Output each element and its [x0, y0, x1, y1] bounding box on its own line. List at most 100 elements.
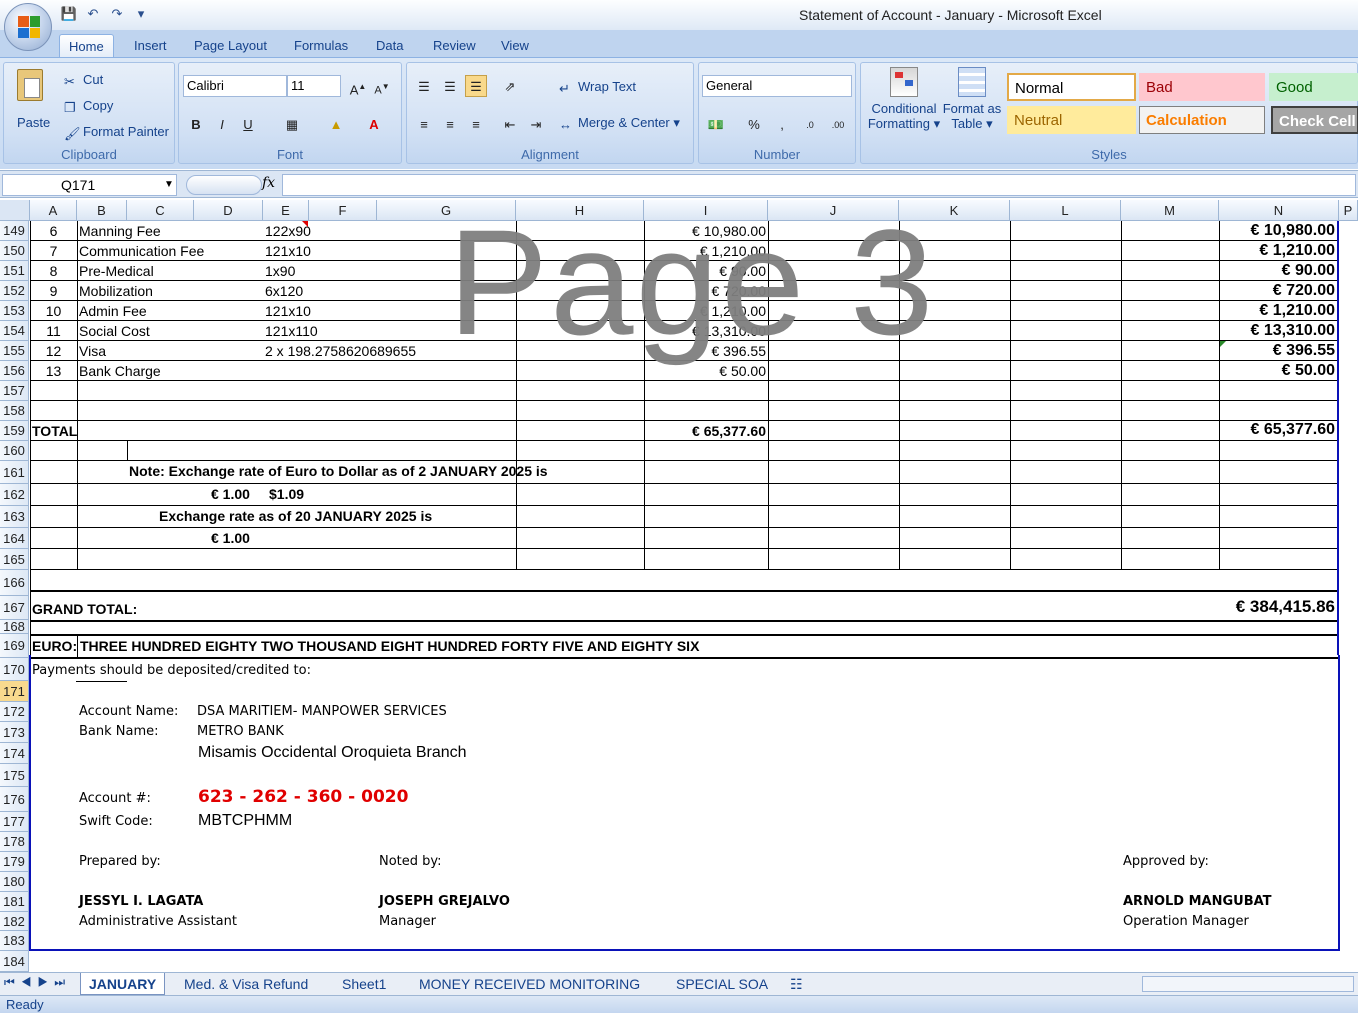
align-center-icon[interactable]: ≡: [439, 113, 461, 135]
italic-icon[interactable]: I: [211, 113, 233, 135]
font-size-dropdown[interactable]: 11: [287, 75, 341, 97]
font-name-dropdown[interactable]: Calibri: [183, 75, 287, 97]
col-header-a[interactable]: A: [30, 200, 77, 221]
error-indicator-icon[interactable]: [1220, 341, 1226, 347]
shrink-font-icon[interactable]: A▼: [371, 75, 393, 97]
style-neutral[interactable]: Neutral: [1007, 106, 1136, 134]
sheet-tab-money-received[interactable]: MONEY RECEIVED MONITORING: [411, 973, 648, 995]
col-header-b[interactable]: B: [77, 200, 127, 221]
col-header-h[interactable]: H: [516, 200, 644, 221]
row-header[interactable]: 171: [0, 681, 29, 702]
row-header[interactable]: 164: [0, 528, 29, 549]
col-header-l[interactable]: L: [1010, 200, 1121, 221]
number-format-dropdown[interactable]: General: [702, 75, 852, 97]
sheet-tab-sheet1[interactable]: Sheet1: [334, 973, 394, 995]
row-header[interactable]: 178: [0, 832, 29, 852]
row-header[interactable]: 150: [0, 241, 29, 261]
row-header[interactable]: 155: [0, 341, 29, 361]
formula-bar-resize-handle[interactable]: [186, 175, 262, 195]
conditional-formatting-button[interactable]: Conditional Formatting ▾: [867, 67, 941, 132]
sheet-tab-january[interactable]: JANUARY: [80, 973, 166, 995]
style-bad[interactable]: Bad: [1139, 73, 1265, 101]
col-header-e[interactable]: E: [263, 200, 309, 221]
row-header[interactable]: 183: [0, 931, 29, 951]
bold-icon[interactable]: B: [185, 113, 207, 135]
row-header[interactable]: 181: [0, 892, 29, 912]
tab-data[interactable]: Data: [367, 34, 412, 58]
save-icon[interactable]: 💾: [60, 5, 78, 23]
col-header-m[interactable]: M: [1121, 200, 1219, 221]
row-header[interactable]: 163: [0, 506, 29, 528]
redo-icon[interactable]: ↷: [108, 5, 126, 23]
paste-button[interactable]: [12, 69, 48, 117]
orientation-icon[interactable]: ⇗: [499, 75, 521, 97]
row-header[interactable]: 151: [0, 261, 29, 281]
col-header-p[interactable]: P: [1339, 200, 1358, 221]
merge-center-button[interactable]: ↔ Merge & Center ▾: [559, 115, 680, 132]
row-header[interactable]: 182: [0, 912, 29, 931]
decrease-decimal-icon[interactable]: .00: [827, 113, 849, 135]
row-header[interactable]: 162: [0, 484, 29, 506]
row-header[interactable]: 169: [0, 634, 29, 658]
col-header-g[interactable]: G: [377, 200, 516, 221]
borders-icon[interactable]: ▦: [281, 113, 303, 135]
style-check-cell[interactable]: Check Cell: [1271, 106, 1358, 134]
increase-indent-icon[interactable]: ⇥: [525, 113, 547, 135]
sheet-tab-med-visa-refund[interactable]: Med. & Visa Refund: [176, 973, 316, 995]
fill-color-icon[interactable]: ▲: [325, 113, 347, 135]
currency-icon[interactable]: 💵: [705, 113, 727, 135]
align-top-icon[interactable]: ☰: [413, 75, 435, 97]
row-header[interactable]: 167: [0, 596, 29, 620]
row-header[interactable]: 159: [0, 421, 29, 441]
paste-label[interactable]: Paste: [17, 115, 50, 130]
wrap-text-button[interactable]: ↵ Wrap Text: [559, 79, 636, 96]
row-header[interactable]: 166: [0, 570, 29, 596]
percent-icon[interactable]: %: [743, 113, 765, 135]
align-middle-icon[interactable]: ☰: [439, 75, 461, 97]
decrease-indent-icon[interactable]: ⇤: [499, 113, 521, 135]
row-header[interactable]: 154: [0, 321, 29, 341]
horizontal-scrollbar[interactable]: [1142, 976, 1354, 992]
row-header[interactable]: 179: [0, 852, 29, 872]
formula-input[interactable]: [282, 174, 1356, 196]
row-header[interactable]: 177: [0, 812, 29, 832]
increase-decimal-icon[interactable]: .0: [799, 113, 821, 135]
row-header[interactable]: 157: [0, 381, 29, 401]
font-color-icon[interactable]: A: [363, 113, 385, 135]
style-normal[interactable]: Normal: [1007, 73, 1136, 101]
row-header[interactable]: 153: [0, 301, 29, 321]
col-header-k[interactable]: K: [899, 200, 1010, 221]
name-box[interactable]: Q171: [2, 174, 177, 196]
row-header[interactable]: 174: [0, 743, 29, 764]
row-header[interactable]: 165: [0, 549, 29, 570]
tab-insert[interactable]: Insert: [125, 34, 176, 58]
row-header[interactable]: 175: [0, 764, 29, 787]
comment-indicator-icon[interactable]: [302, 221, 308, 227]
col-header-c[interactable]: C: [127, 200, 194, 221]
underline-icon[interactable]: U: [237, 113, 259, 135]
row-header[interactable]: 168: [0, 620, 29, 634]
row-header[interactable]: 173: [0, 722, 29, 743]
tab-review[interactable]: Review: [424, 34, 485, 58]
format-painter-button[interactable]: 🖌 Format Painter: [64, 124, 169, 141]
col-header-i[interactable]: I: [644, 200, 768, 221]
row-header[interactable]: 158: [0, 401, 29, 421]
row-header[interactable]: 160: [0, 441, 29, 461]
insert-sheet-icon[interactable]: ☷: [782, 973, 811, 995]
row-header[interactable]: 149: [0, 221, 29, 241]
align-left-icon[interactable]: ≡: [413, 113, 435, 135]
name-box-dropdown-icon[interactable]: ▼: [164, 179, 174, 190]
tab-formulas[interactable]: Formulas: [285, 34, 357, 58]
office-button[interactable]: [4, 3, 52, 51]
cut-button[interactable]: ✂ Cut: [64, 72, 103, 89]
select-all-corner[interactable]: [0, 200, 30, 221]
row-header[interactable]: 172: [0, 702, 29, 722]
tab-view[interactable]: View: [492, 34, 538, 58]
grow-font-icon[interactable]: A▲: [347, 75, 369, 97]
col-header-d[interactable]: D: [194, 200, 263, 221]
sheet-navigation-icon[interactable]: ⏮◀▶⏭: [4, 975, 71, 990]
sheet-tab-special-soa[interactable]: SPECIAL SOA: [668, 973, 776, 995]
style-good[interactable]: Good: [1269, 73, 1358, 101]
style-calculation[interactable]: Calculation: [1139, 106, 1265, 134]
row-header[interactable]: 152: [0, 281, 29, 301]
